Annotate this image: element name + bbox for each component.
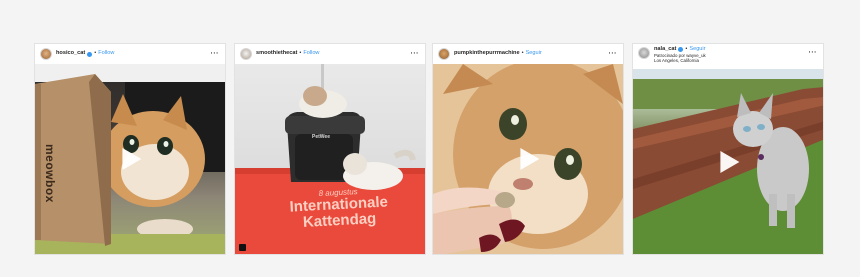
separator-dot: •	[299, 50, 302, 57]
mat-text: 8 augustus Internationale Kattendag	[258, 185, 420, 233]
post-header: smoothiethecat • Follow ···	[235, 44, 425, 64]
post-card-hosico[interactable]: hosico_cat • Follow ··· meowbox	[34, 43, 226, 255]
post-card-smoothie[interactable]: smoothiethecat • Follow ··· PetWee 8 aug…	[234, 43, 426, 255]
post-video[interactable]	[433, 64, 623, 254]
box-brand-text: meowbox	[43, 144, 57, 203]
more-options-icon[interactable]: ···	[809, 50, 818, 57]
verified-badge-icon	[87, 51, 93, 57]
username[interactable]: nala_cat	[654, 46, 676, 53]
separator-dot: •	[685, 46, 688, 52]
post-header: hosico_cat • Follow ···	[35, 44, 225, 64]
more-options-icon[interactable]: ···	[211, 51, 220, 58]
follow-button[interactable]: Seguir	[689, 46, 705, 53]
post-card-pumpkin[interactable]: pumpkinthepurrmachine • Seguir ···	[432, 43, 624, 255]
avatar[interactable]	[438, 48, 450, 60]
more-options-icon[interactable]: ···	[609, 51, 618, 58]
username[interactable]: hosico_cat	[56, 51, 85, 57]
follow-button[interactable]: Follow	[303, 51, 319, 57]
user-tag-icon[interactable]	[239, 244, 246, 251]
separator-dot: •	[94, 50, 97, 57]
username[interactable]: pumpkinthepurrmachine	[454, 51, 520, 57]
separator-dot: •	[521, 50, 524, 57]
username[interactable]: smoothiethecat	[256, 51, 297, 57]
play-icon[interactable]	[520, 148, 540, 170]
follow-button[interactable]: Seguir	[526, 51, 542, 57]
post-video[interactable]	[633, 69, 823, 254]
post-photo[interactable]: PetWee 8 augustus Internationale Kattend…	[235, 64, 425, 254]
follow-button[interactable]: Follow	[98, 51, 114, 57]
avatar[interactable]	[638, 47, 650, 59]
more-options-icon[interactable]: ···	[411, 51, 420, 58]
play-icon[interactable]	[122, 148, 142, 170]
avatar[interactable]	[40, 48, 52, 60]
avatar[interactable]	[240, 48, 252, 60]
location[interactable]: Los Angeles, California	[654, 58, 706, 63]
post-card-nala[interactable]: nala_cat • Seguir Patrocinado por wayve_…	[632, 43, 824, 255]
post-video[interactable]: meowbox	[35, 64, 225, 254]
litter-box-brand: PetWee	[312, 134, 330, 140]
verified-badge-icon	[678, 47, 684, 53]
post-header: pumpkinthepurrmachine • Seguir ···	[433, 44, 623, 64]
play-icon[interactable]	[720, 150, 740, 173]
post-header: nala_cat • Seguir Patrocinado por wayve_…	[633, 44, 823, 69]
